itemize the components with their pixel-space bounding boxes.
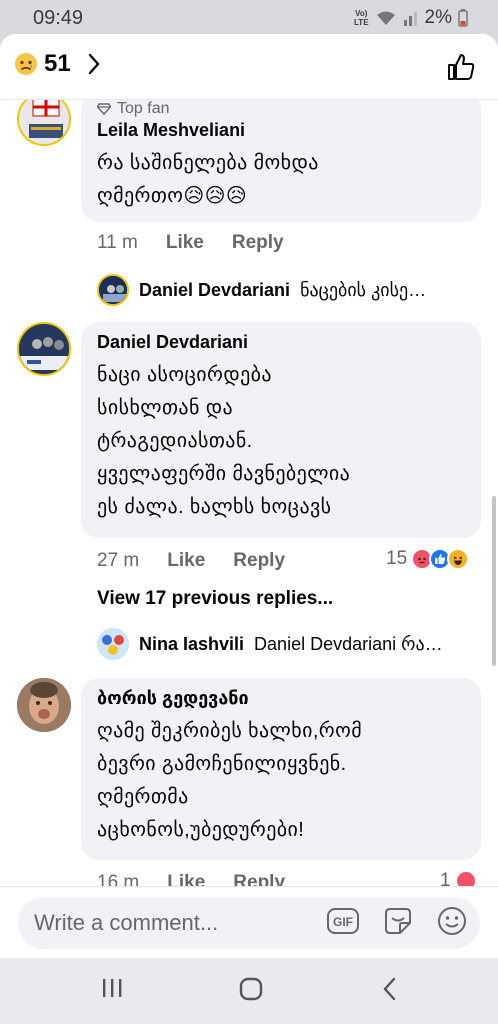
like-link[interactable]: Like [167, 550, 205, 572]
reply-preview[interactable]: Nina Iashvili Daniel Devdariani რა… [97, 628, 443, 660]
comment-text: აცხონოს,უბედურები! [97, 819, 305, 841]
comment-actions: 11 m Like Reply [97, 232, 284, 254]
avatar-image [19, 100, 69, 144]
comment-bubble[interactable]: Daniel Devdariani ნაცი ასოცირდება სისხლთ… [81, 322, 481, 538]
comment-timestamp: 27 m [97, 550, 140, 571]
comment-actions: 27 m Like Reply [97, 550, 285, 572]
comment-text: ღამე შეკრიბეს ხალხი,რომ [97, 720, 363, 742]
avatar [97, 628, 129, 660]
comment-timestamp: 16 m [97, 872, 140, 886]
avatar[interactable] [17, 678, 71, 732]
comment-author[interactable]: Daniel Devdariani [97, 332, 465, 353]
comment-text: რა საშინელება მოხდა [97, 152, 319, 174]
like-link[interactable]: Like [167, 872, 205, 886]
like-outline-icon[interactable] [446, 52, 476, 82]
reaction-count: 51 [44, 50, 71, 77]
comments-header: 51 [0, 34, 498, 100]
reply-author: Nina Iashvili [139, 633, 245, 654]
gif-icon[interactable]: GIF [326, 906, 360, 936]
haha-reaction-icon [447, 548, 470, 570]
reply-link[interactable]: Reply [233, 872, 285, 886]
comment-actions: 16 m Like Reply [97, 872, 285, 886]
avatar[interactable] [17, 100, 71, 146]
reply-link[interactable]: Reply [233, 550, 285, 572]
comments-list: Top fan Leila Meshveliani რა საშინელება … [0, 100, 498, 886]
status-icons: Vo) LTE 2% [354, 7, 468, 29]
comment-text: ღმერთო😥😥😥 [97, 185, 248, 207]
comment-reactions[interactable]: 15 [386, 548, 470, 570]
comment-timestamp: 11 m [97, 232, 138, 253]
comment-text: ნაცი ასოცირდება [97, 364, 272, 386]
comment-text: სისხლთან და [97, 397, 234, 419]
scrollbar[interactable] [492, 496, 496, 666]
back-icon[interactable] [380, 976, 400, 1002]
reply-preview[interactable]: Daniel Devdariani ნაცების კისე… [97, 274, 426, 306]
comment-text: ტრაგედიასთან. [97, 430, 253, 452]
composer-icons: GIF [326, 905, 468, 937]
battery-percent: 2% [424, 7, 452, 28]
status-bar: 09:49 Vo) LTE 2% [0, 0, 498, 34]
reaction-count: 15 [386, 548, 408, 569]
reaction-summary[interactable]: 51 [14, 50, 101, 78]
status-time: 09:49 [33, 7, 84, 29]
comment-author[interactable]: ბორის გედევანი [97, 688, 465, 709]
comment-item: Top fan Leila Meshveliani რა საშინელება … [0, 100, 498, 310]
svg-text:GIF: GIF [333, 915, 353, 929]
comment-text: ბევრი გამოჩენილიყვნენ. [97, 753, 347, 775]
system-nav-bar [0, 958, 498, 1024]
comment-item: ბორის გედევანი ღამე შეკრიბეს ხალხი,რომ ბ… [0, 676, 498, 886]
wifi-icon [376, 11, 395, 25]
top-fan-badge: Top fan [97, 100, 465, 118]
sticker-icon[interactable] [382, 905, 414, 937]
avatar[interactable] [17, 322, 71, 376]
like-link[interactable]: Like [166, 232, 204, 254]
reaction-count: 1 [440, 870, 451, 886]
home-icon[interactable] [238, 976, 264, 1002]
sad-emoji-icon [15, 53, 37, 75]
emoji-icon[interactable] [436, 905, 468, 937]
recent-apps-icon[interactable] [100, 976, 124, 1000]
comment-text: ეს ძალა. ხალხს ხოცავს [97, 496, 332, 518]
reply-link[interactable]: Reply [232, 232, 284, 254]
battery-low-icon [458, 9, 468, 27]
comment-text: ყველაფერში მავნებელია [97, 463, 351, 485]
avatar-image [19, 324, 69, 374]
comment-reactions[interactable]: 1 [440, 870, 477, 886]
angry-reaction-icon [454, 870, 477, 886]
comments-sheet: 51 Top fan Leila Meshveliani რა საშინელე… [0, 34, 498, 958]
signal-icon [403, 12, 417, 26]
comment-item: Daniel Devdariani ნაცი ასოცირდება სისხლთ… [0, 322, 498, 682]
reply-text: ნაცების კისე… [300, 279, 427, 300]
avatar-image [17, 678, 71, 732]
comment-author[interactable]: Leila Meshveliani [97, 120, 465, 141]
volte-indicator: Vo) LTE [354, 9, 369, 27]
reply-text: Daniel Devdariani რა… [254, 633, 443, 654]
diamond-icon [97, 103, 111, 115]
comment-bubble[interactable]: ბორის გედევანი ღამე შეკრიბეს ხალხი,რომ ბ… [81, 678, 481, 860]
view-previous-replies[interactable]: View 17 previous replies... [97, 588, 333, 610]
reply-author: Daniel Devdariani [139, 279, 291, 300]
chevron-right-icon [88, 53, 100, 75]
comment-bubble[interactable]: Top fan Leila Meshveliani რა საშინელება … [81, 100, 481, 222]
comment-text: ღმერთმა [97, 786, 189, 808]
avatar [97, 274, 129, 306]
comment-composer: GIF [0, 886, 498, 958]
